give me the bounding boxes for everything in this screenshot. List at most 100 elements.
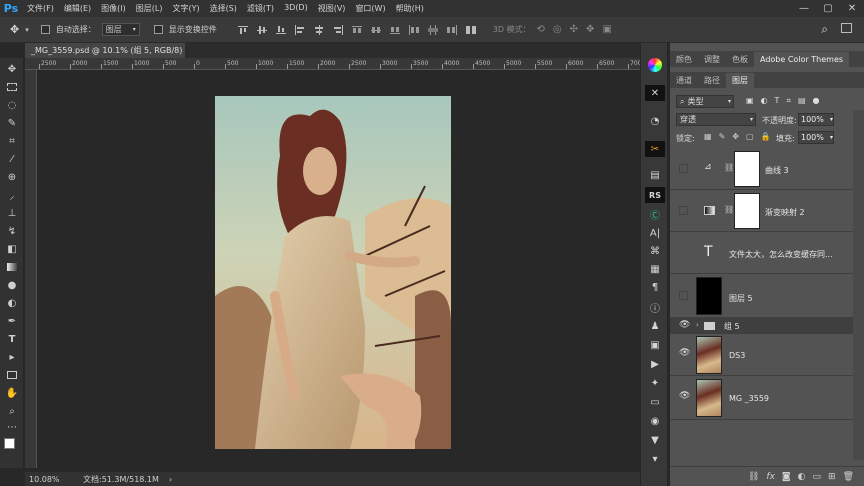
plugin-c-icon[interactable]: Ⓒ bbox=[645, 206, 665, 222]
layer-effects-icon[interactable]: fx bbox=[766, 472, 775, 482]
brush-settings-icon[interactable]: ✦ bbox=[645, 375, 665, 391]
3d-roll-icon[interactable]: ◎ bbox=[553, 24, 562, 35]
visibility-toggle-off[interactable] bbox=[679, 164, 688, 173]
menu-item-4[interactable]: 文字(Y) bbox=[167, 3, 204, 14]
align-right-icon[interactable] bbox=[332, 24, 344, 35]
new-adjustment-icon[interactable]: ◐ bbox=[798, 472, 806, 482]
paragraph-icon[interactable]: ¶ bbox=[645, 279, 665, 295]
move-tool-icon[interactable]: ✥ bbox=[10, 23, 19, 36]
tab-swatches[interactable]: 色板 bbox=[726, 52, 754, 67]
menu-item-7[interactable]: 3D(D) bbox=[279, 3, 313, 14]
menu-item-8[interactable]: 视图(V) bbox=[313, 3, 351, 14]
filter-pixel-icon[interactable]: ▣ bbox=[746, 96, 754, 106]
eye-icon[interactable]: 👁 bbox=[679, 348, 690, 358]
dodge-tool-icon[interactable]: ◐ bbox=[4, 296, 20, 310]
history-brush-tool-icon[interactable]: ↯ bbox=[4, 224, 20, 238]
auto-select-dropdown[interactable]: 图层 ▾ bbox=[101, 23, 140, 36]
tab-channels[interactable]: 通道 bbox=[670, 73, 698, 88]
align-bottom-icon[interactable] bbox=[275, 25, 287, 35]
clone-stamp-tool-icon[interactable]: ⊥ bbox=[4, 206, 20, 220]
navigator-icon[interactable]: ▣ bbox=[645, 337, 665, 353]
distribute-top-icon[interactable] bbox=[351, 25, 363, 35]
color-wheel-icon[interactable] bbox=[645, 57, 665, 73]
move-tool-icon[interactable]: ✥ bbox=[4, 62, 20, 76]
rectangle-tool-icon[interactable] bbox=[4, 368, 20, 382]
distribute-right-icon[interactable] bbox=[446, 24, 458, 35]
layer-filter-dropdown[interactable]: ⌕ 类型 ▾ bbox=[676, 95, 734, 108]
character-icon[interactable]: A| bbox=[645, 225, 665, 241]
tab-adjustments[interactable]: 调整 bbox=[698, 52, 726, 67]
filter-smart-object-icon[interactable]: ▤ bbox=[798, 96, 806, 106]
layer-row-gradient-map[interactable]: ⛓ 渐变映射 2 bbox=[670, 190, 856, 232]
actions-play-icon[interactable]: ▶ bbox=[645, 356, 665, 372]
layer-mask-thumbnail[interactable] bbox=[734, 193, 760, 229]
layer-row-ds3[interactable]: 👁 DS3 bbox=[670, 334, 856, 376]
document-image[interactable] bbox=[215, 96, 451, 449]
menu-item-0[interactable]: 文件(F) bbox=[22, 3, 59, 14]
info-icon[interactable]: ⓘ bbox=[645, 299, 665, 315]
gradient-tool-icon[interactable] bbox=[4, 260, 20, 274]
distribute-center-icon[interactable] bbox=[427, 24, 439, 35]
lock-artboard-icon[interactable]: ▢ bbox=[746, 132, 754, 141]
pen-tool-icon[interactable]: ✒ bbox=[4, 314, 20, 328]
lock-all-icon[interactable]: 🔒 bbox=[761, 132, 771, 141]
brush-tool-icon[interactable]: ⸝ bbox=[4, 188, 20, 202]
search-icon[interactable]: ⌕ bbox=[821, 22, 828, 37]
history-icon[interactable]: ◔ bbox=[645, 113, 665, 129]
eye-icon[interactable]: 👁 bbox=[679, 320, 690, 330]
fill-input[interactable]: 100% ▾ bbox=[798, 131, 834, 144]
chevron-right-icon[interactable]: › bbox=[696, 321, 699, 329]
type-tool-icon[interactable]: T bbox=[4, 332, 20, 346]
align-top-icon[interactable] bbox=[237, 25, 249, 35]
healing-brush-tool-icon[interactable]: ⊕ bbox=[4, 170, 20, 184]
new-group-icon[interactable]: ▭ bbox=[813, 472, 822, 482]
layers-scrollbar[interactable] bbox=[853, 110, 864, 460]
opacity-input[interactable]: 100% ▾ bbox=[798, 113, 834, 126]
link-layers-icon[interactable]: ⛓ bbox=[748, 472, 759, 482]
layer-row-layer-5[interactable]: 图层 5 bbox=[670, 274, 856, 318]
filter-type-icon[interactable]: T bbox=[775, 96, 780, 106]
layer-row-group-5[interactable]: 👁 › 组 5 bbox=[670, 318, 853, 334]
document-tab[interactable]: _MG_3559.psd @ 10.1% (组 5, RGB/8) * ✕ bbox=[25, 43, 202, 58]
zoom-level[interactable]: 10.08% bbox=[25, 475, 77, 484]
auto-select-checkbox[interactable] bbox=[40, 25, 50, 34]
blend-mode-dropdown[interactable]: 穿透 ▾ bbox=[676, 113, 756, 126]
3d-slide-icon[interactable]: ✥ bbox=[586, 24, 594, 35]
hand-tool-icon[interactable]: ✋ bbox=[4, 386, 20, 400]
tab-adobe-color-themes[interactable]: Adobe Color Themes bbox=[754, 52, 850, 67]
timeline-icon[interactable]: ▾ bbox=[645, 451, 665, 467]
visibility-toggle-off[interactable] bbox=[679, 206, 688, 215]
distribute-bottom-icon[interactable] bbox=[389, 25, 401, 35]
color-swatches[interactable] bbox=[4, 438, 20, 454]
quick-select-tool-icon[interactable]: ✎ bbox=[4, 116, 20, 130]
chevron-right-icon[interactable]: › bbox=[169, 475, 172, 484]
crop-tool-icon[interactable]: ⌗ bbox=[4, 134, 20, 148]
eye-icon[interactable]: 👁 bbox=[679, 391, 690, 401]
eraser-tool-icon[interactable]: ◧ bbox=[4, 242, 20, 256]
distribute-middle-icon[interactable] bbox=[370, 25, 382, 35]
tab-paths[interactable]: 路径 bbox=[698, 73, 726, 88]
filter-adjustment-icon[interactable]: ◐ bbox=[761, 96, 768, 106]
maximize-icon[interactable]: ▢ bbox=[816, 0, 840, 17]
show-transform-checkbox[interactable] bbox=[153, 25, 163, 34]
foreground-color-swatch[interactable] bbox=[4, 438, 15, 449]
menu-item-3[interactable]: 图层(L) bbox=[131, 3, 168, 14]
clone-source-icon[interactable]: ♟ bbox=[645, 318, 665, 334]
menu-item-2[interactable]: 图像(I) bbox=[96, 3, 131, 14]
visibility-toggle-off[interactable] bbox=[679, 291, 688, 300]
layer-row-curves[interactable]: ⊿ ⛓ 曲线 3 bbox=[670, 148, 856, 190]
properties-icon[interactable]: ◉ bbox=[645, 413, 665, 429]
path-select-tool-icon[interactable]: ▸ bbox=[4, 350, 20, 364]
lock-position-icon[interactable]: ✥ bbox=[732, 132, 739, 141]
auto-align-icon[interactable] bbox=[465, 25, 477, 35]
marquee-tool-icon[interactable] bbox=[4, 80, 20, 94]
styles-icon[interactable]: ⌘ bbox=[645, 243, 665, 259]
libraries-icon[interactable]: ▤ bbox=[645, 167, 665, 183]
3d-rotate-icon[interactable]: ⟲ bbox=[537, 24, 545, 35]
tab-color[interactable]: 颜色 bbox=[670, 52, 698, 67]
filter-shape-icon[interactable]: ⌗ bbox=[786, 96, 791, 106]
distribute-left-icon[interactable] bbox=[408, 24, 420, 35]
swatches-icon[interactable]: ▦ bbox=[645, 261, 665, 277]
lasso-tool-icon[interactable]: ◌ bbox=[4, 98, 20, 112]
add-mask-icon[interactable]: ◙ bbox=[782, 472, 791, 482]
